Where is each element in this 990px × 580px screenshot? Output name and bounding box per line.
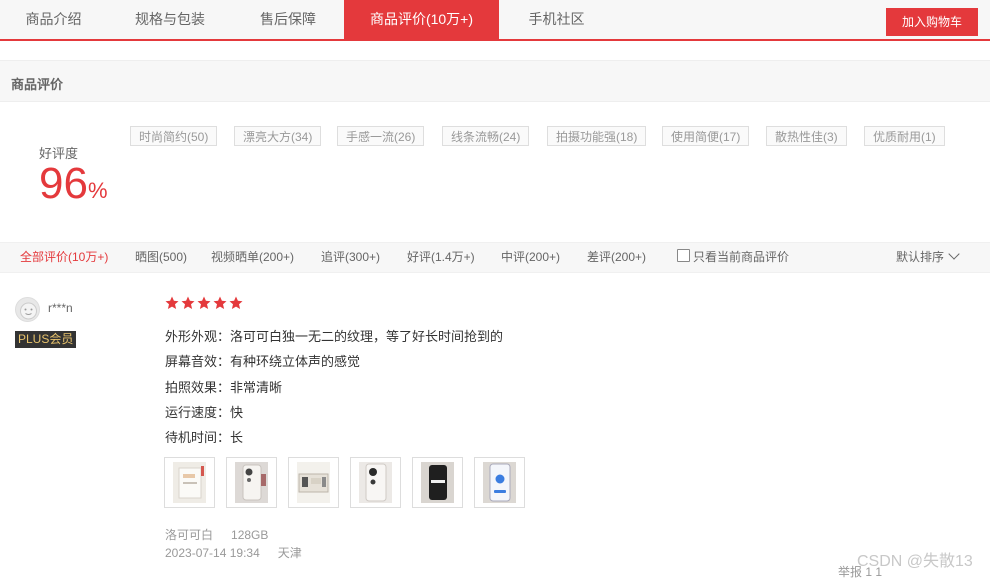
review-filter-bar: 全部评价(10万+) 晒图(500) 视频晒单(200+) 追评(300+) 好… [0,242,990,273]
review-line-speed: 运行速度：快 [165,405,244,420]
review-line-standby: 待机时间：长 [165,430,244,445]
section-title: 商品评价 [11,77,64,92]
review-storage: 128GB [231,528,269,542]
review-location: 天津 [277,546,302,560]
review-image-thumb[interactable] [164,457,215,508]
avatar-face-icon [20,302,37,320]
filter-all[interactable]: 全部评价(10万+) [20,243,108,272]
filter-neutral[interactable]: 中评(200+) [501,243,560,272]
filter-followup[interactable]: 追评(300+) [321,243,380,272]
review-image-thumb[interactable] [412,457,463,508]
review-line-camera: 拍照效果：非常清晰 [165,380,283,395]
only-current-toggle[interactable]: 只看当前商品评价 [677,243,789,272]
section-header: 商品评价 [0,60,990,102]
review-line-appearance: 外形外观：洛可可白独一无二的纹理，等了好长时间抢到的 [165,329,504,344]
phone-setup-image [483,462,516,503]
review-tag[interactable]: 线条流畅(24) [442,126,530,146]
tab-reviews[interactable]: 商品评价(10万+) [344,0,499,39]
only-current-checkbox[interactable] [677,249,690,262]
phone-back-image [235,462,268,503]
phone-camera-image [359,462,392,503]
star-icon [165,296,179,309]
review-tag[interactable]: 漂亮大方(34) [234,126,322,146]
tab-phone-community[interactable]: 手机社区 [499,0,614,39]
only-current-label: 只看当前商品评价 [693,250,790,264]
rating-unit: % [87,178,108,203]
review-spec: 洛可可白 128GB [165,526,286,543]
review-tag[interactable]: 时尚简约(50) [130,126,218,146]
filter-photos[interactable]: 晒图(500) [135,243,187,272]
add-to-cart-button[interactable]: 加入购物车 [886,8,978,36]
filter-negative[interactable]: 差评(200+) [587,243,646,272]
phone-screen-image [421,462,454,503]
product-tab-bar: 商品介绍 规格与包装 售后保障 商品评价(10万+) 手机社区 加入购物车 [0,0,990,41]
review-color: 洛可可白 [165,528,214,542]
star-icon [197,296,211,309]
chevron-down-icon [948,248,960,260]
rating-number: 96 [39,159,88,208]
review-tag[interactable]: 优质耐用(1) [864,126,945,146]
avatar[interactable] [15,297,40,322]
tab-after-sales[interactable]: 售后保障 [233,0,343,39]
review-tag[interactable]: 手感一流(26) [337,126,425,146]
star-icon [229,296,243,309]
star-icon [213,296,227,309]
review-line-audio: 屏幕音效：有种环绕立体声的感觉 [165,354,361,369]
phone-box-image [173,462,206,503]
review-image-thumb[interactable] [350,457,401,508]
review-image-thumb[interactable] [226,457,277,508]
filter-videos[interactable]: 视频晒单(200+) [211,243,294,272]
plus-member-badge: PLUS会员 [15,331,77,348]
star-icon [181,296,195,309]
sort-label: 默认排序 [895,250,944,264]
username[interactable]: r***n [48,301,73,315]
sort-dropdown[interactable]: 默认排序 [895,243,960,272]
tab-product-intro[interactable]: 商品介绍 [0,0,107,39]
tab-spec-packaging[interactable]: 规格与包装 [107,0,233,39]
filter-positive[interactable]: 好评(1.4万+) [407,243,475,272]
review-tag[interactable]: 使用简便(17) [662,126,750,146]
review-image-thumb[interactable] [474,457,525,508]
review-date: 2023-07-14 19:34 [165,546,260,560]
watermark: CSDN @失散13 [857,553,973,570]
review-time-location: 2023-07-14 19:34 天津 [165,544,320,561]
phone-package-image [297,462,330,503]
review-tag[interactable]: 散热性佳(3) [766,126,847,146]
rating-value: 96% [39,158,108,217]
review-tag[interactable]: 拍摄功能强(18) [547,126,647,146]
review-image-thumb[interactable] [288,457,339,508]
